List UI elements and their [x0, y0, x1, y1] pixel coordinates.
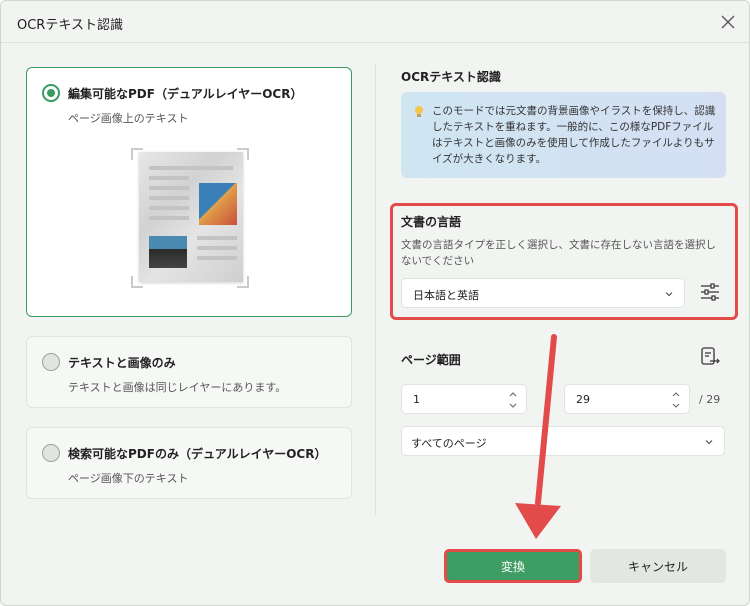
text-line [149, 176, 189, 180]
page-from-input[interactable]: 1 [401, 384, 527, 414]
option-editable-pdf[interactable]: 編集可能なPDF（デュアルレイヤーOCR） ページ画像上のテキスト [26, 67, 352, 317]
radio-editable-pdf[interactable] [42, 84, 60, 102]
option-subtitle: ページ画像下のテキスト [68, 472, 189, 485]
language-select-value: 日本語と英語 [413, 289, 479, 302]
stepper-arrows-icon[interactable] [671, 389, 681, 411]
text-line [149, 196, 189, 200]
column-divider [375, 65, 376, 515]
text-line [149, 166, 233, 170]
page-scope-value: すべてのページ [411, 437, 487, 450]
page-to-value: 29 [576, 393, 590, 406]
language-description: 文書の言語タイプを正しく選択し、文書に存在しない言語を選択しないでください [401, 239, 716, 267]
page-from-value: 1 [413, 393, 420, 406]
ocr-dialog: OCRテキスト認識 編集可能なPDF（デュアルレイヤーOCR） ページ画像上のテ… [0, 0, 750, 606]
page-total: / 29 [699, 393, 721, 406]
page-scope-select[interactable]: すべてのページ [401, 426, 725, 456]
title-bar: OCRテキスト認識 [1, 1, 749, 43]
text-line [149, 216, 189, 220]
chevron-down-icon [665, 292, 673, 297]
close-icon [721, 15, 735, 29]
info-text: このモードでは元文書の背景画像やイラストを保持し、認識したテキストを重ねます。一… [432, 105, 716, 165]
text-line [197, 256, 237, 260]
sample-picture [149, 236, 187, 268]
option-text-and-images[interactable]: テキストと画像のみ テキストと画像は同じレイヤーにあります。 [26, 336, 352, 408]
document-preview-image [131, 148, 249, 288]
chevron-down-icon [705, 440, 713, 445]
stepper-arrows-icon[interactable] [508, 389, 518, 411]
option-title: 検索可能なPDFのみ（デュアルレイヤーOCR） [68, 447, 327, 461]
option-subtitle: ページ画像上のテキスト [68, 112, 189, 125]
page-to-input[interactable]: 29 [564, 384, 690, 414]
language-title: 文書の言語 [401, 215, 462, 229]
dialog-title: OCRテキスト認識 [17, 18, 123, 33]
page-range-title: ページ範囲 [401, 353, 461, 367]
option-searchable-pdf[interactable]: 検索可能なPDFのみ（デュアルレイヤーOCR） ページ画像下のテキスト [26, 427, 352, 499]
option-title: テキストと画像のみ [68, 356, 176, 370]
text-line [149, 186, 189, 190]
cancel-button[interactable]: キャンセル [590, 549, 726, 583]
text-line [197, 246, 237, 250]
sample-picture [199, 183, 237, 225]
sliders-icon [701, 283, 719, 301]
document-sheet [139, 152, 243, 282]
radio-searchable-pdf[interactable] [42, 444, 60, 462]
option-subtitle: テキストと画像は同じレイヤーにあります。 [68, 381, 287, 394]
language-select[interactable]: 日本語と英語 [401, 278, 685, 308]
close-button[interactable] [715, 9, 741, 35]
text-line [149, 206, 189, 210]
info-box: このモードでは元文書の背景画像やイラストを保持し、認識したテキストを重ねます。一… [401, 92, 726, 178]
ocr-section-title: OCRテキスト認識 [401, 70, 501, 84]
text-line [197, 236, 237, 240]
convert-button[interactable]: 変換 [444, 549, 582, 583]
radio-text-and-images[interactable] [42, 353, 60, 371]
option-title: 編集可能なPDF（デュアルレイヤーOCR） [68, 87, 303, 101]
lightbulb-icon [415, 106, 423, 117]
language-settings-button[interactable] [697, 281, 723, 303]
page-range-tool-button[interactable] [698, 346, 722, 368]
page-swap-icon [701, 347, 720, 365]
